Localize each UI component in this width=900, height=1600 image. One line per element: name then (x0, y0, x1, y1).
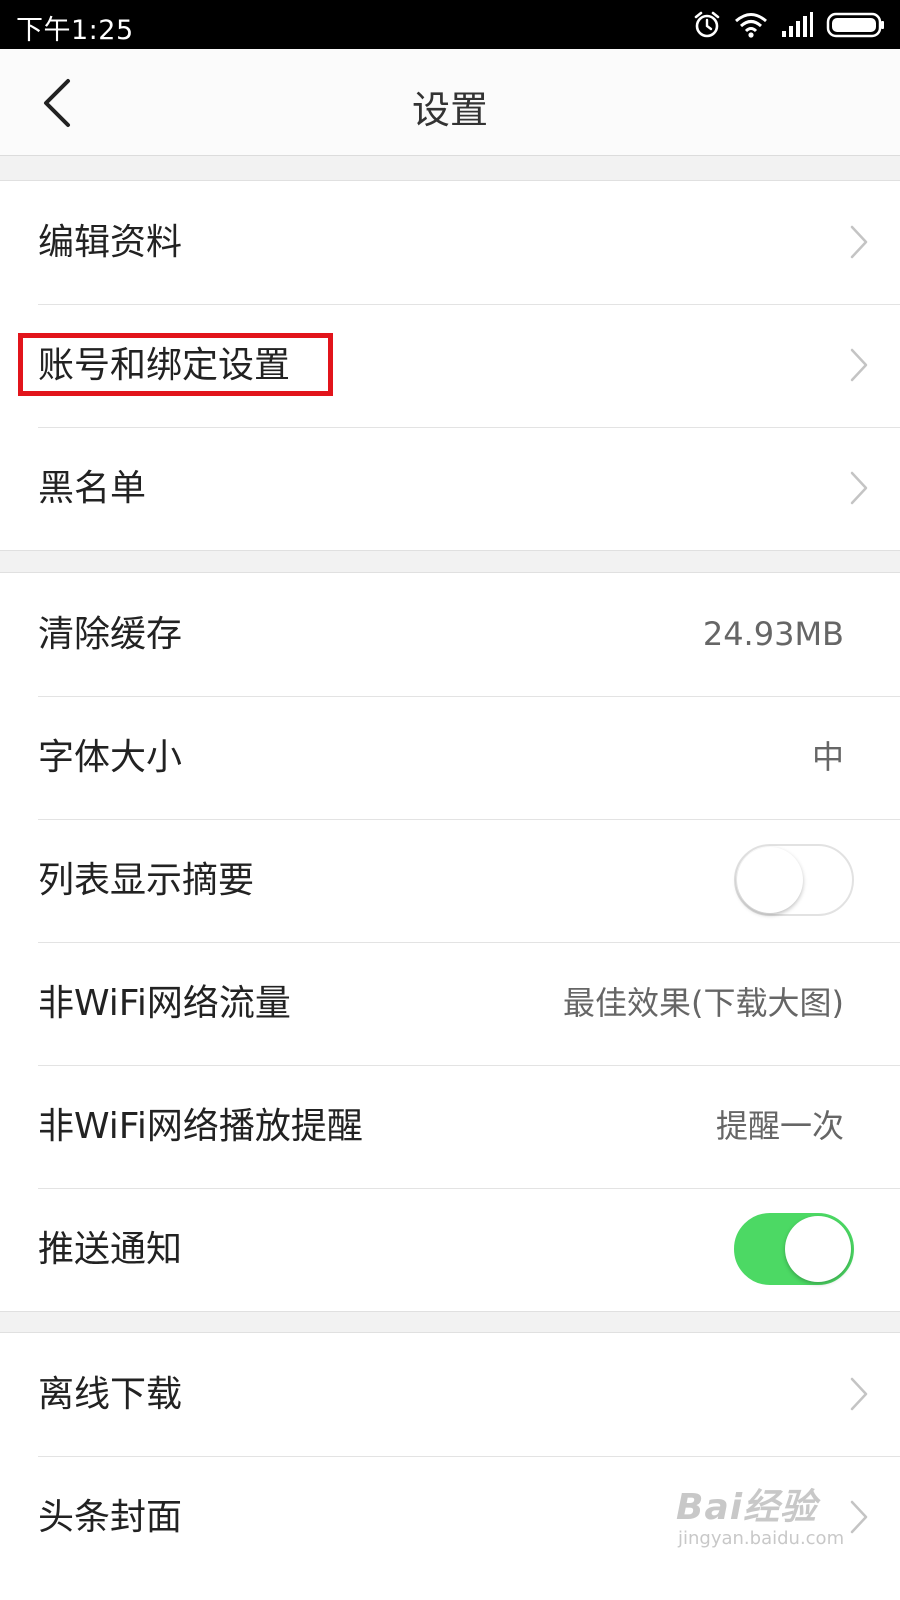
font-size-value: 中 (811, 738, 844, 776)
settings-row-non-wifi-playback[interactable]: 非WiFi网络播放提醒 提醒一次 (0, 1065, 900, 1188)
settings-row-font-size[interactable]: 字体大小 中 (0, 696, 900, 819)
wifi-icon (735, 13, 767, 38)
row-label: 非WiFi网络流量 (38, 983, 291, 1024)
row-label: 清除缓存 (38, 614, 183, 655)
row-label: 列表显示摘要 (38, 860, 255, 901)
chevron-right-icon (850, 471, 868, 505)
toggle-knob (785, 1216, 851, 1282)
non-wifi-playback-value: 提醒一次 (715, 1107, 844, 1145)
row-label: 非WiFi网络播放提醒 (38, 1106, 363, 1147)
status-time: 下午1:25 (16, 15, 134, 46)
toggle-knob (737, 847, 803, 913)
row-label: 编辑资料 (38, 222, 183, 263)
cache-size-value: 24.93MB (702, 615, 844, 653)
row-label: 账号和绑定设置 (38, 345, 291, 386)
settings-row-blacklist[interactable]: 黑名单 (0, 427, 900, 550)
settings-row-non-wifi-traffic[interactable]: 非WiFi网络流量 最佳效果(下载大图) (0, 942, 900, 1065)
chevron-right-icon (850, 225, 868, 259)
row-label: 黑名单 (38, 468, 147, 509)
settings-row-account-binding[interactable]: 账号和绑定设置 (0, 304, 900, 427)
settings-row-list-summary: 列表显示摘要 (0, 819, 900, 942)
watermark-url: jingyan.baidu.com (678, 1528, 845, 1549)
settings-group-download: 离线下载 头条封面 (0, 1332, 900, 1600)
chevron-right-icon (850, 348, 868, 382)
signal-icon (782, 12, 813, 37)
chevron-right-icon (850, 1377, 868, 1411)
status-icons (692, 6, 886, 44)
list-summary-toggle[interactable] (734, 844, 854, 916)
settings-row-push-notification: 推送通知 (0, 1188, 900, 1311)
nav-bar: 设置 (0, 49, 900, 156)
alarm-icon (694, 11, 720, 38)
row-label: 字体大小 (38, 737, 183, 778)
settings-row-edit-profile[interactable]: 编辑资料 (0, 181, 900, 304)
battery-icon (826, 12, 884, 38)
settings-row-offline-download[interactable]: 离线下载 (0, 1333, 900, 1456)
push-notification-toggle[interactable] (734, 1213, 854, 1285)
settings-group-general: 清除缓存 24.93MB 字体大小 中 列表显示摘要 非WiFi网络流量 最佳效… (0, 572, 900, 1312)
status-bar: 下午1:25 (0, 0, 900, 49)
non-wifi-traffic-value: 最佳效果(下载大图) (563, 984, 844, 1022)
row-label: 头条封面 (38, 1497, 183, 1538)
settings-row-clear-cache[interactable]: 清除缓存 24.93MB (0, 573, 900, 696)
settings-group-account: 编辑资料 账号和绑定设置 黑名单 (0, 180, 900, 551)
row-label: 离线下载 (38, 1374, 183, 1415)
page-title: 设置 (411, 88, 488, 132)
watermark: Bai经验 jingyan.baidu.com (676, 1478, 876, 1549)
watermark-logo-text: Bai经验 (676, 1487, 818, 1528)
row-label: 推送通知 (38, 1229, 183, 1270)
